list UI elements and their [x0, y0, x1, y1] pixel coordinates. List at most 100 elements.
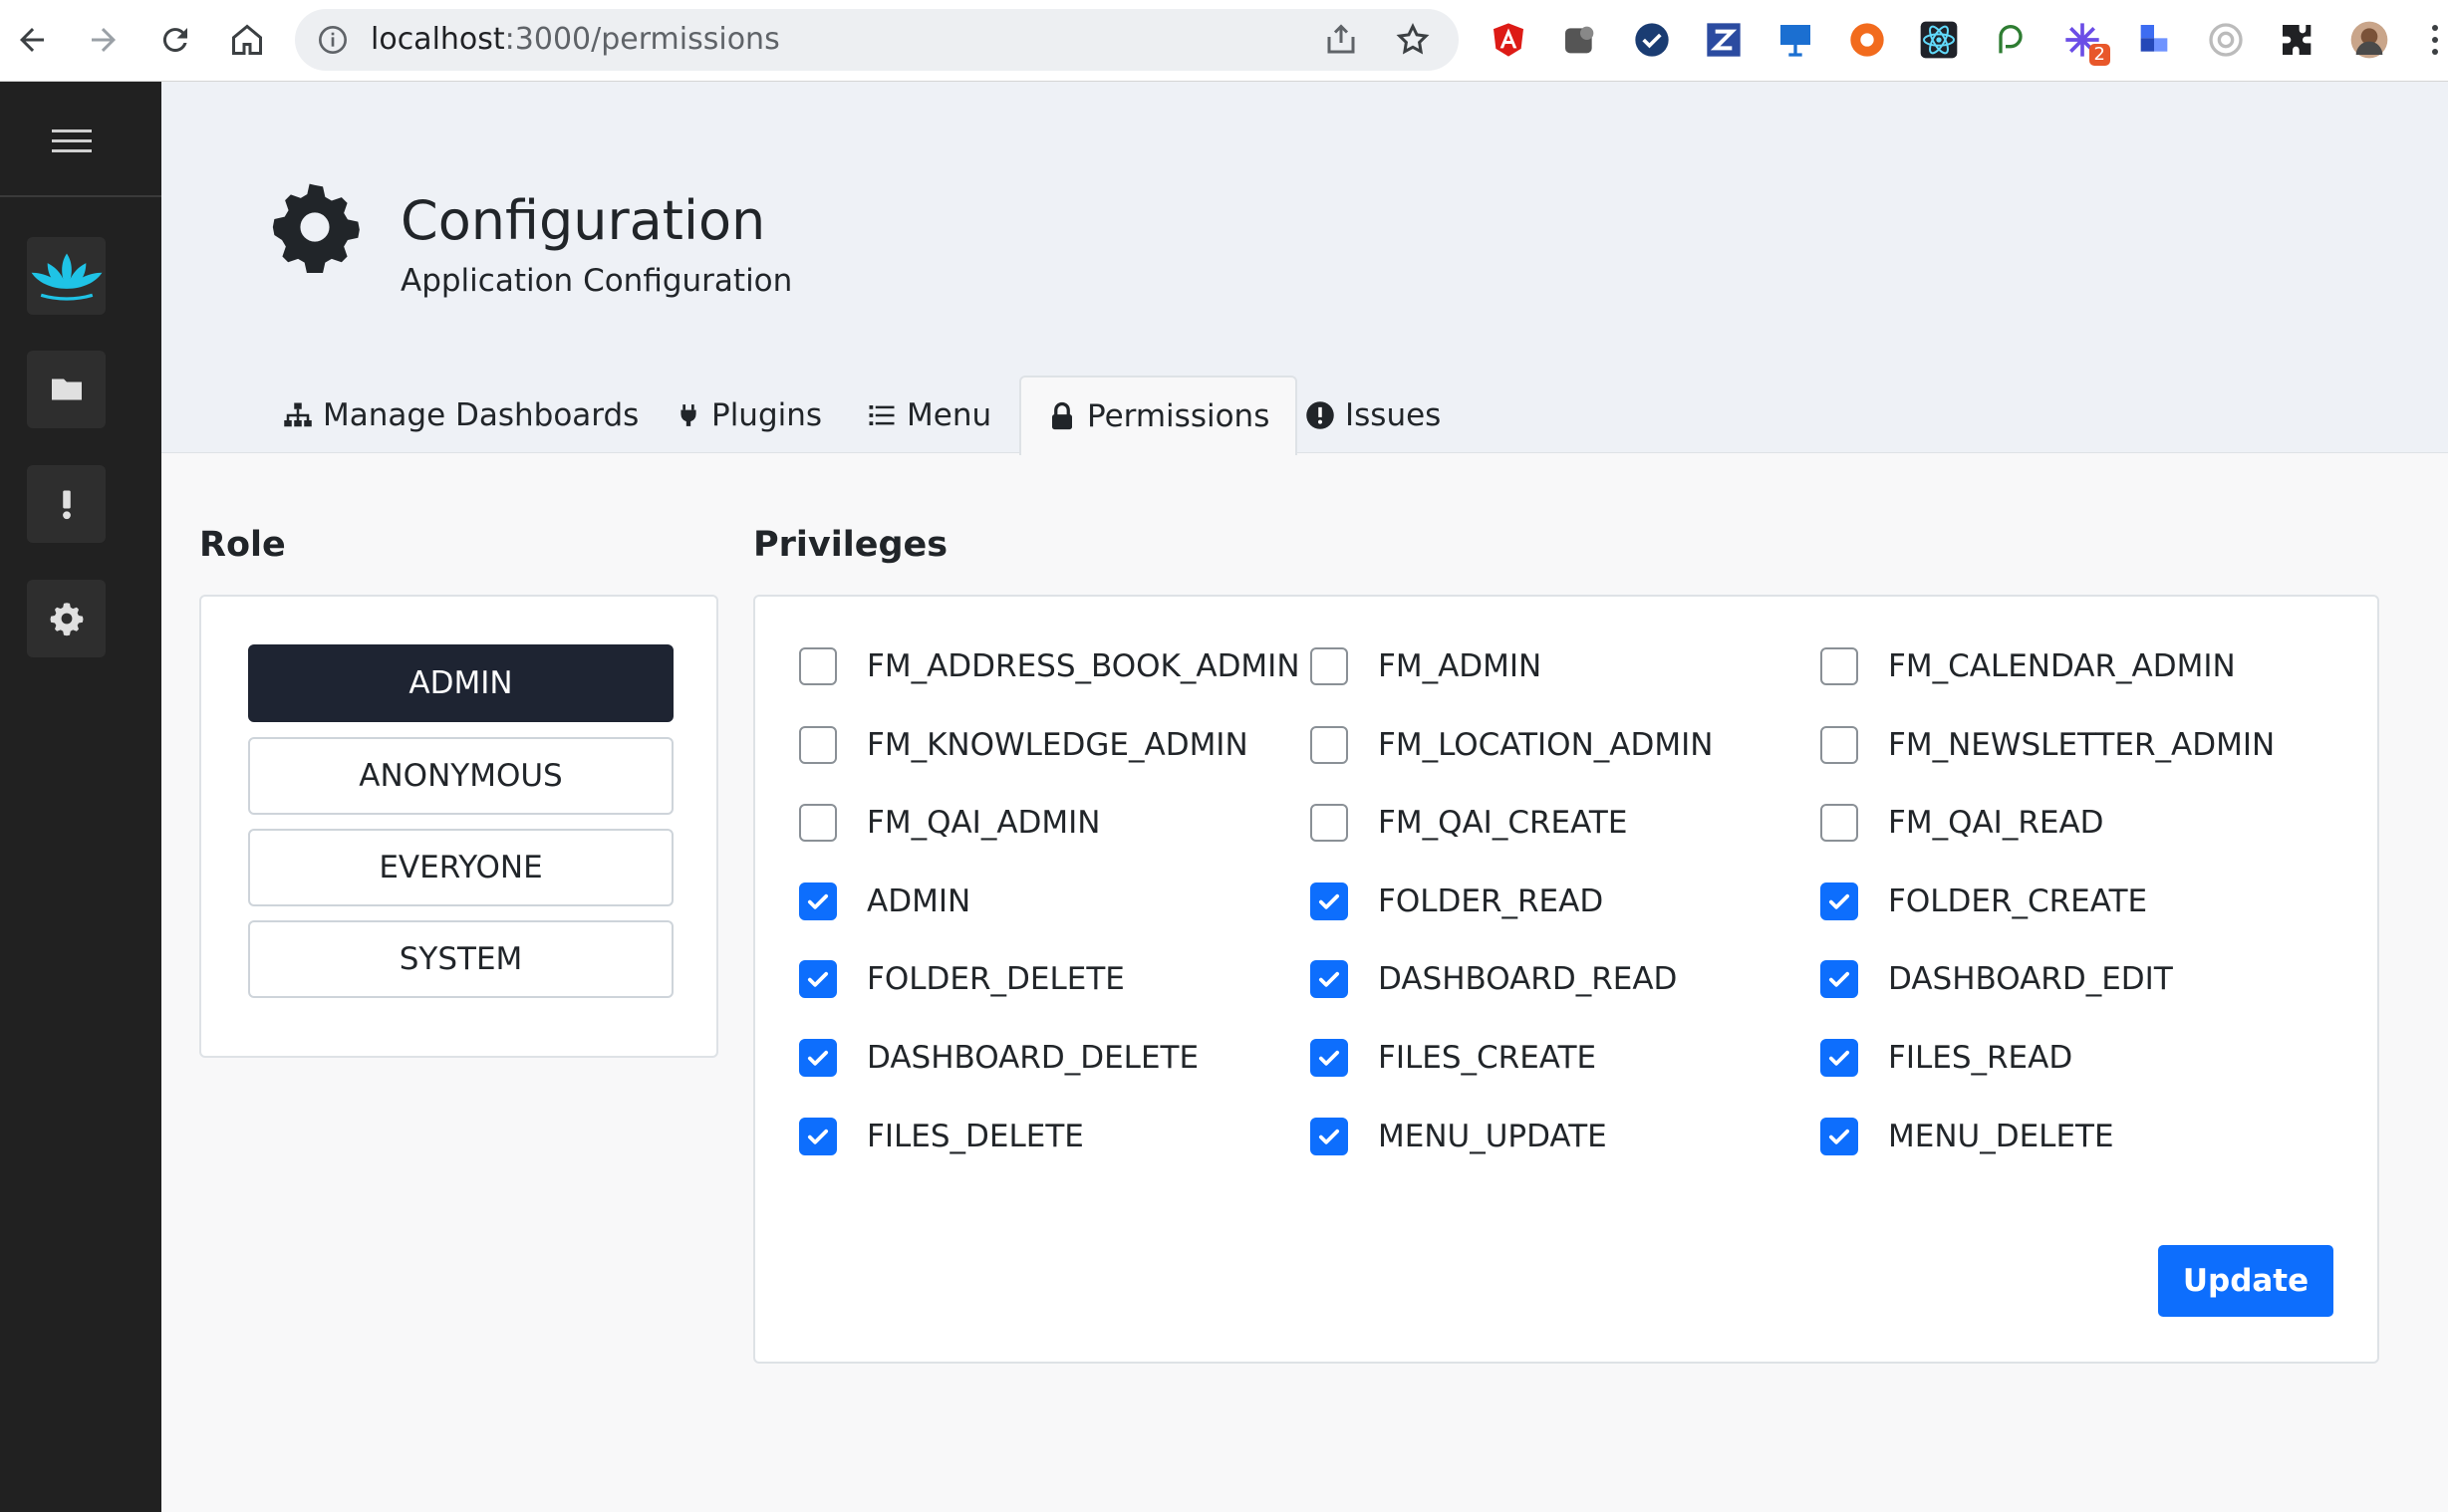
privilege-item[interactable]: FM_QAI_CREATE — [1310, 801, 1627, 845]
privilege-label: FILES_CREATE — [1378, 1040, 1597, 1076]
privilege-label: FOLDER_READ — [1378, 883, 1604, 919]
role-button-system[interactable]: SYSTEM — [248, 920, 674, 998]
checkmark-icon — [807, 1050, 829, 1066]
privilege-checkbox[interactable] — [1310, 960, 1348, 998]
privilege-item[interactable]: FM_KNOWLEDGE_ADMIN — [799, 723, 1248, 767]
privilege-checkbox[interactable] — [1820, 647, 1858, 685]
privilege-item[interactable]: FM_QAI_ADMIN — [799, 801, 1100, 845]
privilege-item[interactable]: DASHBOARD_DELETE — [799, 1036, 1199, 1080]
privilege-item[interactable]: FM_QAI_READ — [1820, 801, 2104, 845]
tab-menu[interactable]: Menu — [867, 377, 991, 454]
puzzle-gray-extension-icon[interactable] — [1558, 18, 1602, 62]
profile-avatar-icon[interactable] — [2347, 18, 2391, 62]
browser-toolbar: localhost:3000/permissions 2 — [0, 0, 2448, 82]
privilege-checkbox[interactable] — [1820, 1039, 1858, 1077]
presentation-extension-icon[interactable] — [1773, 18, 1817, 62]
privilege-item[interactable]: FM_ADDRESS_BOOK_ADMIN — [799, 644, 1300, 688]
forward-button[interactable] — [76, 12, 132, 68]
angular-extension-icon[interactable] — [1487, 18, 1530, 62]
privilege-checkbox[interactable] — [799, 804, 837, 842]
privilege-checkbox[interactable] — [1820, 960, 1858, 998]
privilege-checkbox[interactable] — [1310, 647, 1348, 685]
z-extension-icon[interactable] — [1702, 18, 1746, 62]
privilege-checkbox[interactable] — [799, 726, 837, 764]
privilege-checkbox[interactable] — [1820, 1118, 1858, 1155]
privilege-item[interactable]: FILES_DELETE — [799, 1115, 1084, 1158]
sidebar-item-issues[interactable] — [27, 465, 106, 543]
blocks-extension-icon[interactable] — [2132, 18, 2176, 62]
privilege-item[interactable]: MENU_DELETE — [1820, 1115, 2114, 1158]
check-circle-extension-icon[interactable] — [1630, 18, 1674, 62]
privilege-checkbox[interactable] — [1310, 1039, 1348, 1077]
privilege-item[interactable]: FILES_CREATE — [1310, 1036, 1596, 1080]
privilege-item[interactable]: DASHBOARD_EDIT — [1820, 957, 2173, 1001]
privilege-checkbox[interactable] — [1820, 726, 1858, 764]
sidebar-item-files[interactable] — [27, 351, 106, 428]
back-button[interactable] — [4, 12, 60, 68]
privilege-item[interactable]: FOLDER_DELETE — [799, 957, 1125, 1001]
privilege-item[interactable]: DASHBOARD_READ — [1310, 957, 1677, 1001]
back-arrow-icon — [20, 28, 44, 52]
checkmark-icon — [1318, 893, 1340, 909]
share-icon[interactable] — [1323, 22, 1359, 58]
privilege-checkbox[interactable] — [1310, 882, 1348, 920]
sidebar — [0, 82, 161, 1512]
privilege-label: FM_ADDRESS_BOOK_ADMIN — [867, 648, 1300, 684]
tab-permissions[interactable]: Permissions — [1019, 376, 1298, 455]
sidebar-item-home[interactable] — [27, 237, 106, 315]
privilege-item[interactable]: ADMIN — [799, 880, 970, 923]
privilege-checkbox[interactable] — [1820, 882, 1858, 920]
sidebar-divider — [0, 195, 161, 197]
privilege-label: FM_QAI_ADMIN — [867, 805, 1101, 841]
address-bar[interactable]: localhost:3000/permissions — [295, 9, 1459, 71]
hamburger-menu-icon[interactable] — [52, 126, 92, 157]
privilege-checkbox[interactable] — [799, 647, 837, 685]
tab-manage-dashboards[interactable]: Manage Dashboards — [283, 377, 639, 454]
sitemap-icon — [284, 402, 312, 427]
checkmark-icon — [1828, 893, 1850, 909]
extensions-puzzle-icon[interactable] — [2276, 18, 2319, 62]
site-info-icon[interactable] — [317, 24, 349, 56]
lifebuoy-extension-icon[interactable] — [1845, 18, 1889, 62]
privilege-item[interactable]: FM_NEWSLETTER_ADMIN — [1820, 723, 2275, 767]
privilege-checkbox[interactable] — [799, 960, 837, 998]
role-button-everyone[interactable]: EVERYONE — [248, 829, 674, 906]
privilege-label: FOLDER_CREATE — [1888, 883, 2148, 919]
url-text[interactable]: localhost:3000/permissions — [371, 23, 780, 57]
privilege-label: FM_CALENDAR_ADMIN — [1888, 648, 2236, 684]
privilege-item[interactable]: FOLDER_CREATE — [1820, 880, 2147, 923]
privilege-item[interactable]: FM_ADMIN — [1310, 644, 1541, 688]
privilege-item[interactable]: FOLDER_READ — [1310, 880, 1603, 923]
privilege-checkbox[interactable] — [1820, 804, 1858, 842]
tab-issues[interactable]: Issues — [1305, 377, 1441, 454]
privilege-item[interactable]: FM_LOCATION_ADMIN — [1310, 723, 1713, 767]
browser-menu-icon[interactable] — [2431, 22, 2439, 58]
sidebar-item-configuration[interactable] — [27, 580, 106, 657]
privilege-label: FM_LOCATION_ADMIN — [1378, 727, 1714, 763]
leaf-extension-icon[interactable] — [1989, 18, 2033, 62]
tab-plugins[interactable]: Plugins — [676, 377, 822, 454]
page-subtitle: Application Configuration — [401, 263, 793, 299]
privilege-item[interactable]: FILES_READ — [1820, 1036, 2072, 1080]
privilege-checkbox[interactable] — [1310, 726, 1348, 764]
role-button-anonymous[interactable]: ANONYMOUS — [248, 737, 674, 815]
spark-extension-icon[interactable]: 2 — [2060, 18, 2110, 66]
privilege-checkbox[interactable] — [1310, 1118, 1348, 1155]
privilege-item[interactable]: MENU_UPDATE — [1310, 1115, 1607, 1158]
checkmark-icon — [1828, 971, 1850, 987]
target-extension-icon[interactable] — [2204, 18, 2248, 62]
bookmark-star-icon[interactable] — [1395, 22, 1431, 58]
privilege-label: FILES_READ — [1888, 1040, 2073, 1076]
home-button[interactable] — [219, 12, 275, 68]
privilege-checkbox[interactable] — [1310, 804, 1348, 842]
react-devtools-extension-icon[interactable] — [1917, 18, 1961, 62]
privilege-label: FM_QAI_READ — [1888, 805, 2104, 841]
privilege-checkbox[interactable] — [799, 1039, 837, 1077]
privilege-checkbox[interactable] — [799, 1118, 837, 1155]
folder-icon — [51, 378, 82, 400]
privilege-item[interactable]: FM_CALENDAR_ADMIN — [1820, 644, 2236, 688]
reload-button[interactable] — [147, 12, 203, 68]
privilege-checkbox[interactable] — [799, 882, 837, 920]
role-button-admin[interactable]: ADMIN — [248, 644, 674, 722]
update-button[interactable]: Update — [2158, 1245, 2333, 1317]
